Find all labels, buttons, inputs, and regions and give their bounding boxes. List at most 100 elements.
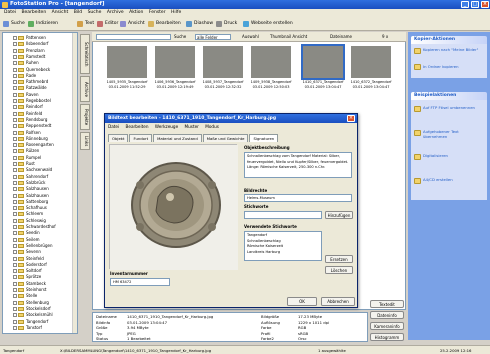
expand-icon[interactable] [13, 180, 17, 185]
copy-to-my-pictures-link[interactable]: Kopieren nach "Meine Bilder" [423, 47, 483, 53]
expand-icon[interactable] [13, 206, 17, 211]
expand-icon[interactable] [13, 92, 17, 97]
expand-icon[interactable] [13, 86, 17, 91]
expand-icon[interactable] [13, 149, 17, 154]
expand-icon[interactable] [13, 73, 17, 78]
menu-item-bearbeiten[interactable]: Bearbeiten [21, 10, 46, 15]
expand-icon[interactable] [13, 42, 17, 47]
inventory-field[interactable]: HM 63472 [110, 278, 170, 286]
expand-icon[interactable] [13, 231, 17, 236]
bearbeiten-button[interactable]: Bearbeiten [148, 19, 181, 29]
expand-icon[interactable] [13, 212, 17, 217]
text-button[interactable]: Text [77, 19, 94, 29]
text-apply-link[interactable]: Aufgehobener Text übernehmen [423, 129, 483, 139]
expand-icon[interactable] [13, 193, 17, 198]
expand-icon[interactable] [13, 99, 17, 103]
keyword-input[interactable] [244, 211, 322, 219]
ok-button[interactable]: OK [287, 297, 317, 306]
expand-icon[interactable] [13, 124, 17, 129]
expand-icon[interactable] [13, 250, 17, 255]
expand-icon[interactable] [13, 105, 17, 110]
website-button[interactable]: Webseite erstellen [243, 19, 293, 29]
delete-keyword-button[interactable]: Löschen [325, 266, 353, 274]
tab-objekt[interactable]: Objekt [108, 134, 129, 142]
search-go-button[interactable]: Suche [174, 32, 186, 42]
thumbnail-item[interactable]: 1405_5935_Tangendorf 03.01.2009 11:52:29 [104, 46, 150, 100]
expand-icon[interactable] [13, 36, 17, 40]
close-button[interactable]: × [481, 1, 489, 8]
thumbnail-image[interactable] [251, 46, 291, 78]
expand-icon[interactable] [13, 225, 17, 229]
field-select[interactable]: alle Felder [195, 34, 231, 40]
replace-keyword-button[interactable]: Ersetzen [325, 255, 353, 263]
expand-icon[interactable] [13, 143, 17, 148]
histogram-button[interactable]: Histogramm [370, 333, 404, 341]
window-title-bar[interactable]: FotoStation Pro - [tangendorf] _ □ × [0, 0, 490, 9]
ansicht-button[interactable]: Ansicht [120, 19, 145, 29]
digitalize-link[interactable]: Digitalisieren [423, 153, 483, 159]
expand-icon[interactable] [13, 67, 17, 72]
dialog-menu-modus[interactable]: Modus [205, 124, 219, 129]
menu-item-suche[interactable]: Suche [88, 10, 102, 15]
menu-item-fenster[interactable]: Fenster [149, 10, 166, 15]
textedit-button[interactable]: Textedit [370, 300, 404, 308]
rights-field[interactable]: Helms-Museum [244, 194, 352, 202]
thumbnail-item[interactable]: 1406_5936_Tangendorf 03.01.2009 12:19:49 [152, 46, 198, 100]
tab-signaturen[interactable]: Signaturen [249, 134, 279, 142]
thumbnail-item[interactable]: 1409_5938_Tangendorf 03.01.2009 12:50:03 [248, 46, 294, 100]
expand-icon[interactable] [13, 306, 17, 311]
add-keyword-button[interactable]: Hinzufügen [325, 211, 353, 219]
expand-icon[interactable] [13, 136, 17, 141]
expand-icon[interactable] [13, 48, 17, 53]
expand-icon[interactable] [13, 237, 17, 242]
tab-archive[interactable]: Archive [80, 76, 90, 102]
expand-icon[interactable] [13, 275, 17, 280]
cancel-button[interactable]: Abbrechen [321, 297, 355, 306]
tab-projekte[interactable]: Projekte [80, 104, 90, 130]
dialog-menu-datei[interactable]: Datei [108, 124, 119, 129]
expand-icon[interactable] [13, 300, 17, 305]
zoom-dropdown[interactable]: 9 x [382, 32, 388, 42]
expand-icon[interactable] [13, 61, 17, 66]
tab-masse[interactable]: Maße und Gewichte [202, 134, 249, 142]
copy-to-folder-link[interactable]: In Ordner kopieren [423, 64, 483, 70]
dialog-menu-werkzeuge[interactable]: Werkzeuge [155, 124, 178, 129]
thumbnail-image[interactable] [155, 46, 195, 78]
expand-icon[interactable] [13, 155, 17, 160]
expand-icon[interactable] [13, 218, 17, 223]
tab-links[interactable]: Links [80, 132, 90, 150]
thumbnail-image[interactable] [301, 44, 345, 80]
minimize-button[interactable]: _ [461, 1, 469, 8]
description-field[interactable]: Schnallenbeschlag vom Tangendorf Materia… [244, 152, 352, 178]
maximize-button[interactable]: □ [471, 1, 479, 8]
thumbnail-image[interactable] [203, 46, 243, 78]
menu-item-ansicht[interactable]: Ansicht [52, 10, 69, 15]
tree-scrollbar[interactable] [72, 33, 77, 333]
create-cd-link[interactable]: A4/CD erstellen [423, 177, 483, 183]
expand-icon[interactable] [13, 319, 17, 324]
ftp-rename-link[interactable]: Auf FTP Ftisel umbenennen [423, 105, 483, 111]
sort-dropdown[interactable]: Dateiname [330, 32, 352, 42]
expand-icon[interactable] [13, 187, 17, 192]
kamerainfo-button[interactable]: Kameraninfo [370, 322, 404, 330]
menu-item-bild[interactable]: Bild [74, 10, 82, 15]
tab-fundort[interactable]: Fundort [129, 134, 153, 142]
expand-icon[interactable] [13, 288, 17, 292]
expand-icon[interactable] [13, 281, 17, 286]
expand-icon[interactable] [13, 168, 17, 173]
tree-folder-item[interactable]: Tanstorf [3, 325, 42, 331]
editor-button[interactable]: Editor [97, 19, 118, 29]
folder-tree[interactable]: Pattensen Ilsbeendorf Prenzlarn Ramstedt Ruh… [2, 32, 78, 334]
expand-icon[interactable] [13, 199, 17, 204]
tab-schreibtisch[interactable]: Schreibtisch [80, 34, 90, 74]
used-keywords-list[interactable]: Tangendorf Schnallenbeschlag Römische Ka… [244, 231, 322, 261]
edit-caption-dialog[interactable]: Bildtext bearbeiten - 1410_6371_1910_Tan… [104, 113, 358, 308]
expand-icon[interactable] [13, 325, 17, 330]
dialog-close-button[interactable]: × [347, 115, 355, 122]
keyword-item[interactable]: Landkreis Harburg [247, 250, 319, 256]
expand-icon[interactable] [13, 269, 17, 274]
index-button[interactable]: Indizieren [28, 19, 58, 29]
expand-icon[interactable] [13, 256, 17, 261]
copy-actions-header[interactable]: Kopier-Aktionen [411, 36, 487, 44]
thumbnail-view-dropdown[interactable]: Thumbnail Ansicht [270, 32, 307, 42]
